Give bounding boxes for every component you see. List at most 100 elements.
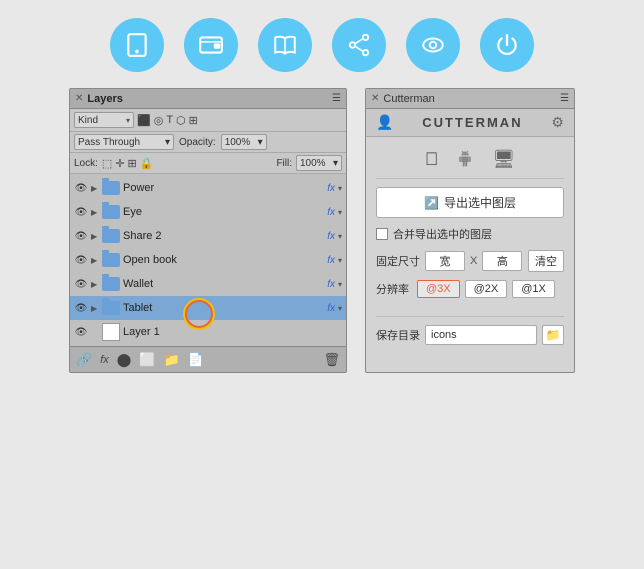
type-filter-icon[interactable]: T — [166, 114, 173, 126]
merge-checkbox[interactable] — [376, 228, 388, 240]
lock-position-icon[interactable]: ✛ — [115, 157, 124, 170]
layer-row[interactable]: 👁 ▶ Wallet fx ▾ — [70, 272, 346, 296]
layer-folder-icon — [102, 181, 120, 195]
share-icon-button[interactable] — [332, 18, 386, 72]
new-group-icon[interactable]: 📁 — [164, 352, 180, 368]
fill-select[interactable]: 100% ▾ — [296, 155, 342, 171]
layers-list: 👁 ▶ Power fx ▾ 👁 ▶ Eye fx ▾ 👁 ▶ — [70, 174, 346, 346]
layer-folder-icon — [102, 277, 120, 291]
layer-visibility-icon[interactable]: 👁 — [74, 277, 88, 291]
width-input[interactable]: 宽 — [425, 251, 465, 271]
clear-size-button[interactable]: 清空 — [528, 250, 564, 272]
layer-row-selected[interactable]: 👁 ▶ Tablet fx ▾ — [70, 296, 346, 320]
panel-menu-icon[interactable]: ☰ — [332, 93, 341, 104]
opacity-label: Opacity: — [179, 137, 216, 148]
lock-all-icon[interactable]: 🔒 — [140, 157, 154, 170]
fill-label: Fill: — [276, 158, 292, 169]
wallet-icon-button[interactable] — [184, 18, 238, 72]
cutterman-logo: CUTTERMAN — [422, 115, 522, 130]
top-icons-row — [0, 0, 644, 88]
shape-filter-icon[interactable]: ⬡ — [176, 114, 186, 127]
layer-row[interactable]: 👁 ▶ Open book fx ▾ — [70, 248, 346, 272]
layer-expand-arrow-icon[interactable]: ▶ — [91, 280, 99, 289]
cutterman-settings-icon[interactable]: ⚙ — [551, 114, 564, 131]
layer-options-icon[interactable]: ▾ — [338, 256, 342, 265]
cutterman-titlebar-left: ✕ Cutterman — [371, 93, 435, 105]
opacity-value: 100% — [225, 137, 251, 148]
layer-expand-arrow-icon[interactable]: ▶ — [91, 232, 99, 241]
layer-options-icon[interactable]: ▾ — [338, 184, 342, 193]
lock-label: Lock: — [74, 158, 98, 169]
layer-visibility-icon[interactable]: 👁 — [74, 325, 88, 339]
tablet-icon-button[interactable] — [110, 18, 164, 72]
save-dir-input[interactable]: icons — [425, 325, 537, 345]
layer-visibility-icon[interactable]: 👁 — [74, 205, 88, 219]
layers-panel: ✕ Layers ☰ Kind ▾ ⬛ ◎ T ⬡ ⊞ Pass Through — [69, 88, 347, 373]
power-icon-button[interactable] — [480, 18, 534, 72]
fx-bottom-icon[interactable]: fx — [100, 354, 109, 366]
cutterman-titlebar: ✕ Cutterman ☰ — [366, 89, 574, 109]
smart-filter-icon[interactable]: ⊞ — [189, 114, 198, 127]
blend-mode-arrow-icon: ▾ — [165, 137, 170, 148]
layer-row[interactable]: 👁 ▶ Power fx ▾ — [70, 176, 346, 200]
layer-fx-icon: fx — [327, 255, 335, 266]
export-button[interactable]: ↗️ 导出选中图层 — [376, 187, 564, 218]
layer-visibility-icon[interactable]: 👁 — [74, 301, 88, 315]
height-input[interactable]: 高 — [482, 251, 522, 271]
layer-fx-icon: fx — [327, 279, 335, 290]
mask-icon[interactable]: ⬜ — [139, 352, 155, 368]
layer-options-icon[interactable]: ▾ — [338, 280, 342, 289]
lock-pixel-icon[interactable]: ⬚ — [102, 157, 112, 170]
cutterman-close-icon[interactable]: ✕ — [371, 93, 379, 104]
book-icon-button[interactable] — [258, 18, 312, 72]
cutterman-menu-icon[interactable]: ☰ — [560, 93, 569, 104]
panel-close-icon[interactable]: ✕ — [75, 93, 83, 104]
layer-name: Share 2 — [123, 230, 324, 242]
res-2x-label: @2X — [474, 283, 499, 295]
lock-artboard-icon[interactable]: ⊞ — [128, 157, 137, 170]
titlebar-left: ✕ Layers — [75, 93, 123, 105]
layer-folder-icon — [102, 205, 120, 219]
apple-icon[interactable]:  — [425, 149, 439, 174]
opacity-select[interactable]: 100% ▾ — [221, 134, 267, 150]
new-layer-icon[interactable]: 📄 — [188, 352, 204, 368]
opacity-arrow-icon: ▾ — [258, 137, 263, 148]
eye-icon-button[interactable] — [406, 18, 460, 72]
layer-name: Tablet — [123, 302, 324, 314]
layer-visibility-icon[interactable]: 👁 — [74, 229, 88, 243]
res-2x-button[interactable]: @2X — [465, 280, 508, 298]
layer-options-icon[interactable]: ▾ — [338, 208, 342, 217]
layer-expand-arrow-icon[interactable]: ▶ — [91, 208, 99, 217]
tablet-icon — [124, 32, 150, 58]
monitor-icon[interactable]: 🖥 — [492, 149, 515, 174]
adjustment-filter-icon[interactable]: ◎ — [154, 114, 164, 127]
layer-row[interactable]: 👁 ▶ Share 2 fx ▾ — [70, 224, 346, 248]
layer-options-icon[interactable]: ▾ — [338, 232, 342, 241]
layer-thumbnail — [102, 323, 120, 341]
size-label: 固定尺寸 — [376, 253, 420, 269]
layer-row[interactable]: 👁 ▶ Eye fx ▾ — [70, 200, 346, 224]
folder-browse-icon: 📁 — [546, 328, 561, 342]
android-icon[interactable] — [456, 149, 474, 174]
browse-folder-button[interactable]: 📁 — [542, 325, 564, 345]
layer-expand-arrow-icon[interactable]: ▶ — [91, 184, 99, 193]
layer-name: Layer 1 — [123, 326, 342, 338]
layer-expand-arrow-icon[interactable]: ▶ — [91, 256, 99, 265]
layer-visibility-icon[interactable]: 👁 — [74, 181, 88, 195]
cutterman-header: 👤 CUTTERMAN ⚙ — [366, 109, 574, 137]
layer-expand-arrow-icon[interactable]: ▶ — [91, 304, 99, 313]
link-icon[interactable]: 🔗 — [76, 352, 92, 368]
res-1x-button[interactable]: @1X — [512, 280, 555, 298]
layer-visibility-icon[interactable]: 👁 — [74, 253, 88, 267]
kind-search-label: Kind — [78, 115, 126, 126]
adjustment-layer-icon[interactable]: ⬤ — [117, 352, 132, 368]
save-directory-row: 保存目录 icons 📁 — [376, 316, 564, 345]
delete-layer-icon[interactable]: 🗑 — [323, 352, 340, 368]
pixel-filter-icon[interactable]: ⬛ — [137, 114, 151, 127]
kind-search-select[interactable]: Kind ▾ — [74, 112, 134, 128]
layer-row[interactable]: 👁 ▶ Layer 1 — [70, 320, 346, 344]
layer-options-icon[interactable]: ▾ — [338, 304, 342, 313]
blend-mode-select[interactable]: Pass Through ▾ — [74, 134, 174, 150]
res-3x-button[interactable]: @3X — [417, 280, 460, 298]
layer-name: Wallet — [123, 278, 324, 290]
